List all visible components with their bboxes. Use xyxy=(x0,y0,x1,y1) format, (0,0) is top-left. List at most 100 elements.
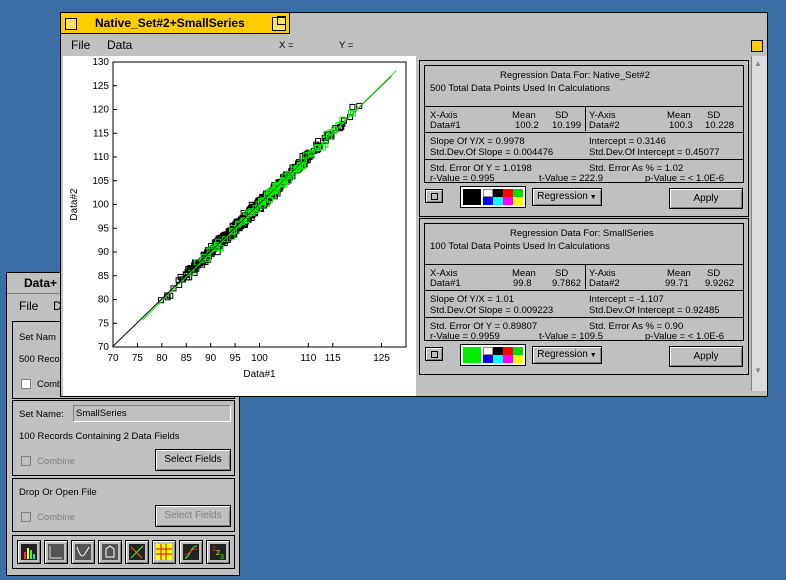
main-window-title-tab[interactable]: Native_Set#2+SmallSeries xyxy=(60,12,290,34)
y-tick-label: 80 xyxy=(98,295,110,306)
main-menu-file[interactable]: File xyxy=(71,38,90,52)
y-tick-label: 110 xyxy=(93,152,109,163)
set2-name-input[interactable]: SmallSeries xyxy=(73,405,231,422)
panel2-points: 100 Total Data Points Used In Calculatio… xyxy=(430,241,610,252)
panel2-regression-label: Regression xyxy=(537,349,588,360)
set1-combine-checkbox[interactable] xyxy=(21,379,31,389)
main-window-title: Native_Set#2+SmallSeries xyxy=(95,16,245,30)
panel1-slope: Slope Of Y/X = 0.9978 xyxy=(430,136,525,147)
x-tick-label: 75 xyxy=(132,353,144,364)
vertical-scrollbar[interactable]: ▲ ▼ xyxy=(751,56,767,391)
panel1-regression-dropdown[interactable]: Regression ▼ xyxy=(532,188,602,206)
panel1-current-color xyxy=(463,189,481,205)
y-tick-label: 90 xyxy=(98,247,110,258)
panel1-small-button[interactable] xyxy=(425,189,443,203)
panel1-regression-label: Regression xyxy=(537,191,588,202)
panel2-sd-slope: Std.Dev.Of Slope = 0.009223 xyxy=(430,305,554,316)
y-tick-label: 120 xyxy=(92,105,109,116)
y-tick-label: 70 xyxy=(98,342,110,353)
panel2-small-button[interactable] xyxy=(425,347,443,361)
y-tick-label: 115 xyxy=(93,128,109,139)
set2-select-fields-button[interactable]: Select Fields xyxy=(155,449,231,471)
panel1-sd-slope: Std.Dev.Of Slope = 0.004476 xyxy=(430,147,554,158)
panel2-current-color xyxy=(463,347,481,363)
panel2-apply-label: Apply xyxy=(693,351,719,362)
main-menu-data[interactable]: Data xyxy=(107,38,132,52)
x-tick-label: 110 xyxy=(300,353,316,364)
scroll-down-icon[interactable]: ▼ xyxy=(754,366,762,375)
plot-toolbar: 123 xyxy=(12,535,235,569)
scatter-chart: 70 75 80 85 90 95 100 105 110 115 120 125 130 70 75 80 8… xyxy=(69,57,407,380)
x-tick-label: 70 xyxy=(107,353,119,364)
set1-records: 500 Recor xyxy=(19,354,63,365)
table-grid-icon[interactable] xyxy=(152,540,176,564)
drop-box: Drop Or Open File Combine Select Fields xyxy=(12,478,235,532)
y-tick-label: 100 xyxy=(92,200,109,211)
set2-records: 100 Records Containing 2 Data Fields xyxy=(19,431,180,442)
y-axis-label: Data#2 xyxy=(69,188,80,221)
panel2-r-value: r-Value = 0.9959 xyxy=(430,331,500,342)
chevron-down-icon: ▼ xyxy=(587,352,597,359)
y-tick-label: 130 xyxy=(92,57,109,68)
desktop: { "main_window": { "title": "Native_Set#… xyxy=(0,0,786,580)
x-axis-label: Data#1 xyxy=(243,369,276,380)
x-tick-label: 85 xyxy=(181,353,193,364)
panel1-points: 500 Total Data Points Used In Calculatio… xyxy=(430,83,610,94)
curve-fit-icon[interactable] xyxy=(179,540,203,564)
panel2-slope: Slope Of Y/X = 1.01 xyxy=(430,294,515,305)
panel2-y-sd: 9.9262 xyxy=(705,278,735,289)
panel1-apply-label: Apply xyxy=(693,193,719,204)
set2-box: Set Name: SmallSeries 100 Records Contai… xyxy=(12,400,235,476)
set2-combine-label: Combine xyxy=(37,456,76,467)
panel1-r-value: r-Value = 0.995 xyxy=(430,173,495,184)
blank-plot-icon[interactable] xyxy=(44,540,68,564)
zoom-box-icon[interactable] xyxy=(751,40,763,52)
regression-panel-small: Regression Data For: SmallSeries 100 Tot… xyxy=(419,218,749,375)
panel2-sd-intercept: Std.Dev.Of Intercept = 0.92485 xyxy=(589,305,720,316)
set1-label: Set Nam xyxy=(19,332,56,343)
panel1-title: Regression Data For: Native_Set#2 xyxy=(500,70,650,81)
panel1-x-name: Data#1 xyxy=(430,120,461,131)
panel1-p-value: p-Value = < 1.0E-6 xyxy=(645,173,725,184)
main-window: Native_Set#2+SmallSeries File Data X = Y… xyxy=(60,12,768,397)
set2-select-fields-label: Select Fields xyxy=(164,454,222,465)
drop-combine-label: Combine xyxy=(37,512,76,523)
curve-plot-icon[interactable] xyxy=(71,540,95,564)
panel2-y-name: Data#2 xyxy=(589,278,620,289)
regression-panel-native: Regression Data For: Native_Set#2 500 To… xyxy=(419,60,749,217)
drop-combine-checkbox[interactable] xyxy=(21,512,31,522)
panel1-frame: Regression Data For: Native_Set#2 500 To… xyxy=(424,65,744,184)
panel1-sd-intercept: Std.Dev.Of Intercept = 0.45077 xyxy=(589,147,720,158)
panel1-y-sd: 10.228 xyxy=(705,120,735,131)
drop-select-fields-button[interactable]: Select Fields xyxy=(155,505,231,527)
panel2-title: Regression Data For: SmallSeries xyxy=(510,228,654,239)
data-window-title: Data+ xyxy=(24,276,58,290)
sequence-icon[interactable]: 123 xyxy=(206,540,230,564)
set2-combine-checkbox[interactable] xyxy=(21,456,31,466)
panel2-regression-dropdown[interactable]: Regression ▼ xyxy=(532,346,602,364)
panel2-apply-button[interactable]: Apply xyxy=(669,346,743,367)
close-box-icon[interactable] xyxy=(65,18,77,30)
coord-x-readout: X = xyxy=(279,40,294,51)
main-menubar: File Data X = Y = xyxy=(61,34,767,56)
regression-icon[interactable] xyxy=(125,540,149,564)
panel1-apply-button[interactable]: Apply xyxy=(669,188,743,209)
y-tick-label: 85 xyxy=(98,271,110,282)
plot-area[interactable]: 70 75 80 85 90 95 100 105 110 115 120 125 130 70 75 80 8… xyxy=(63,56,416,396)
scroll-up-icon[interactable]: ▲ xyxy=(754,59,762,68)
histogram-icon[interactable] xyxy=(17,540,41,564)
3d-plot-icon[interactable] xyxy=(98,540,122,564)
panel1-color-swatches[interactable] xyxy=(460,186,526,208)
set2-label: Set Name: xyxy=(19,409,64,420)
x-tick-label: 125 xyxy=(373,353,390,364)
x-tick-label: 95 xyxy=(230,353,242,364)
x-tick-label: 90 xyxy=(205,353,217,364)
collapse-box-icon[interactable] xyxy=(272,16,286,31)
panel1-x-mean: 100.2 xyxy=(515,120,539,131)
y-tick-label: 105 xyxy=(92,176,109,187)
panel2-intercept: Intercept = -1.107 xyxy=(589,294,664,305)
set1-combine-label: Comb xyxy=(37,379,63,390)
panel2-color-swatches[interactable] xyxy=(460,344,526,366)
panel1-x-sd: 10.199 xyxy=(552,120,582,131)
menu-file[interactable]: File xyxy=(19,299,38,313)
